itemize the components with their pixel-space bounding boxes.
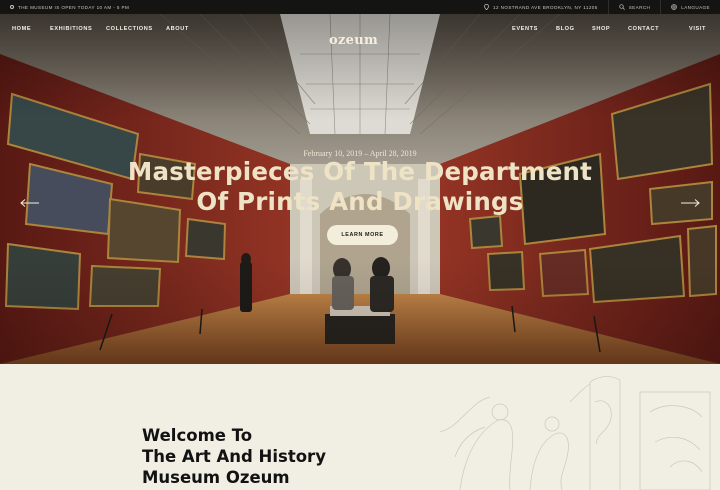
globe-icon (671, 4, 678, 10)
map-pin-icon (484, 4, 489, 10)
clock-icon (10, 5, 14, 9)
opening-hours: THE MUSEUM IS OPEN TODAY 10 AM - 5 PM (10, 0, 129, 14)
top-info-bar: THE MUSEUM IS OPEN TODAY 10 AM - 5 PM 12… (0, 0, 720, 14)
main-navigation: HOME EXHIBITIONS COLLECTIONS ABOUT ozeum… (0, 14, 720, 48)
hero-title-line-2: Of Prints And Drawings (196, 187, 524, 216)
nav-collections[interactable]: COLLECTIONS (106, 26, 153, 32)
visit-link[interactable]: VISIT (689, 26, 706, 32)
nav-shop[interactable]: SHOP (592, 26, 610, 32)
search-button[interactable]: SEARCH (607, 0, 661, 14)
address-text: 12 NOSTRAND AVE BROOKLYN, NY 11205 (493, 4, 598, 10)
nav-about[interactable]: ABOUT (166, 26, 189, 32)
nav-blog[interactable]: BLOG (556, 26, 575, 32)
welcome-line-1: Welcome To (142, 426, 253, 445)
welcome-line-3: Museum Ozeum (142, 468, 290, 487)
search-label: SEARCH (628, 4, 651, 10)
opening-hours-text: THE MUSEUM IS OPEN TODAY 10 AM - 5 PM (18, 4, 130, 10)
learn-more-button[interactable]: LEARN MORE (327, 225, 398, 245)
nav-contact[interactable]: CONTACT (628, 26, 659, 32)
nav-exhibitions[interactable]: EXHIBITIONS (50, 26, 92, 32)
search-icon (619, 4, 625, 10)
hero-title: Masterpieces Of The Department Of Prints… (0, 157, 720, 217)
language-selector[interactable]: LANGUAGE (660, 0, 720, 14)
address-link[interactable]: 12 NOSTRAND AVE BROOKLYN, NY 11205 (474, 0, 608, 14)
language-label: LANGUAGE (681, 4, 710, 10)
nav-home[interactable]: HOME (12, 26, 31, 32)
welcome-heading: Welcome To The Art And History Museum Oz… (142, 425, 326, 488)
welcome-line-2: The Art And History (142, 447, 326, 466)
nav-events[interactable]: EVENTS (512, 26, 538, 32)
hero-title-line-1: Masterpieces Of The Department (127, 157, 593, 186)
site-logo[interactable]: ozeum (329, 33, 378, 48)
sketch-illustration (440, 376, 711, 490)
